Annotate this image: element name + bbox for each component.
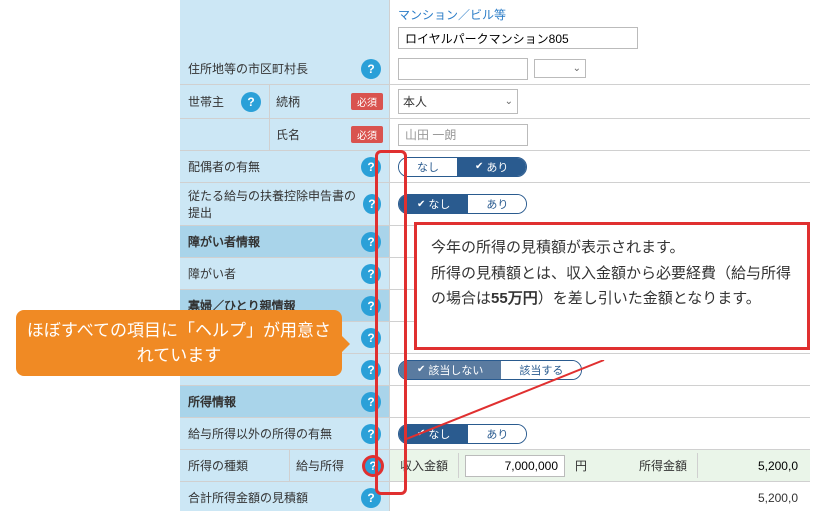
apartment-input[interactable] (398, 27, 638, 49)
callout-text: ほぼすべての項目に「ヘルプ」が用意されています (26, 318, 332, 369)
name-input[interactable] (398, 124, 528, 146)
help-icon[interactable]: ? (361, 488, 381, 508)
other-income-no[interactable]: なし (399, 425, 468, 443)
tooltip-bold: 55万円 (491, 290, 538, 307)
spouse-yes[interactable]: あり (457, 158, 526, 176)
income-type-sub: 給与所得 (296, 457, 344, 474)
help-icon[interactable]: ? (361, 360, 381, 380)
other-income-toggle[interactable]: なし あり (398, 424, 527, 444)
income-amount-value (704, 456, 804, 476)
tooltip-text-c: ）を差し引いた金額となります。 (538, 290, 761, 307)
income-header: 所得情報 (188, 393, 236, 410)
tooltip-line2: 所得の見積額とは、収入金額から必要経費（給与所得の場合は55万円）を差し引いた金… (431, 261, 793, 312)
help-tooltip: 今年の所得の見積額が表示されます。 所得の見積額とは、収入金額から必要経費（給与… (414, 222, 810, 350)
tooltip-line1: 今年の所得の見積額が表示されます。 (431, 235, 793, 261)
help-icon[interactable]: ? (363, 194, 381, 214)
spouse-no[interactable]: なし (399, 158, 457, 176)
apartment-heading: マンション／ビル等 (398, 6, 506, 23)
spouse-label: 配偶者の有無 (188, 158, 260, 175)
applicable[interactable]: 該当する (501, 361, 581, 379)
household-head-label: 世帯主 (188, 93, 224, 110)
help-icon[interactable]: ? (361, 157, 381, 177)
dependent-form-label: 従たる給与の扶養控除申告書の提出 (188, 187, 363, 221)
other-income-yes[interactable]: あり (468, 425, 526, 443)
other-income-label: 給与所得以外の所得の有無 (188, 425, 332, 442)
callout-bubble: ほぼすべての項目に「ヘルプ」が用意されています (16, 310, 342, 376)
required-badge: 必須 (351, 93, 383, 110)
mayor-input[interactable] (398, 58, 528, 80)
help-icon[interactable]: ? (361, 328, 381, 348)
help-icon[interactable]: ? (361, 296, 381, 316)
relation-value: 本人 (403, 93, 427, 110)
name-label: 氏名 (276, 126, 300, 143)
total-estimate-value: 5,200,0 (398, 491, 802, 505)
mayor-select[interactable]: ⌄ (534, 59, 586, 78)
income-type-label: 所得の種類 (188, 457, 248, 474)
income-amount-label: 所得金額 (629, 453, 698, 478)
disability-label: 障がい者 (188, 265, 236, 282)
help-icon[interactable]: ? (361, 59, 381, 79)
dependent-form-yes[interactable]: あり (468, 195, 526, 213)
relation-select[interactable]: 本人 ⌄ (398, 89, 518, 114)
spouse-toggle[interactable]: なし あり (398, 157, 527, 177)
help-icon[interactable]: ? (241, 92, 261, 112)
help-icon[interactable]: ? (361, 392, 381, 412)
disability-header: 障がい者情報 (188, 233, 260, 250)
help-icon[interactable]: ? (361, 424, 381, 444)
applicable-toggle[interactable]: 該当しない 該当する (398, 360, 582, 380)
revenue-input[interactable] (465, 455, 565, 477)
help-icon[interactable]: ? (361, 232, 381, 252)
required-badge: 必須 (351, 126, 383, 143)
dependent-form-no[interactable]: なし (399, 195, 468, 213)
relation-label: 続柄 (276, 93, 300, 110)
revenue-label: 収入金額 (390, 453, 459, 478)
dependent-form-toggle[interactable]: なし あり (398, 194, 527, 214)
help-icon-highlighted[interactable]: ? (363, 456, 383, 476)
not-applicable[interactable]: 該当しない (399, 361, 501, 379)
unit-yen: 円 (569, 457, 593, 474)
help-icon[interactable]: ? (361, 264, 381, 284)
mayor-label: 住所地等の市区町村長 (188, 60, 308, 77)
total-estimate-label: 合計所得金額の見積額 (188, 489, 308, 506)
